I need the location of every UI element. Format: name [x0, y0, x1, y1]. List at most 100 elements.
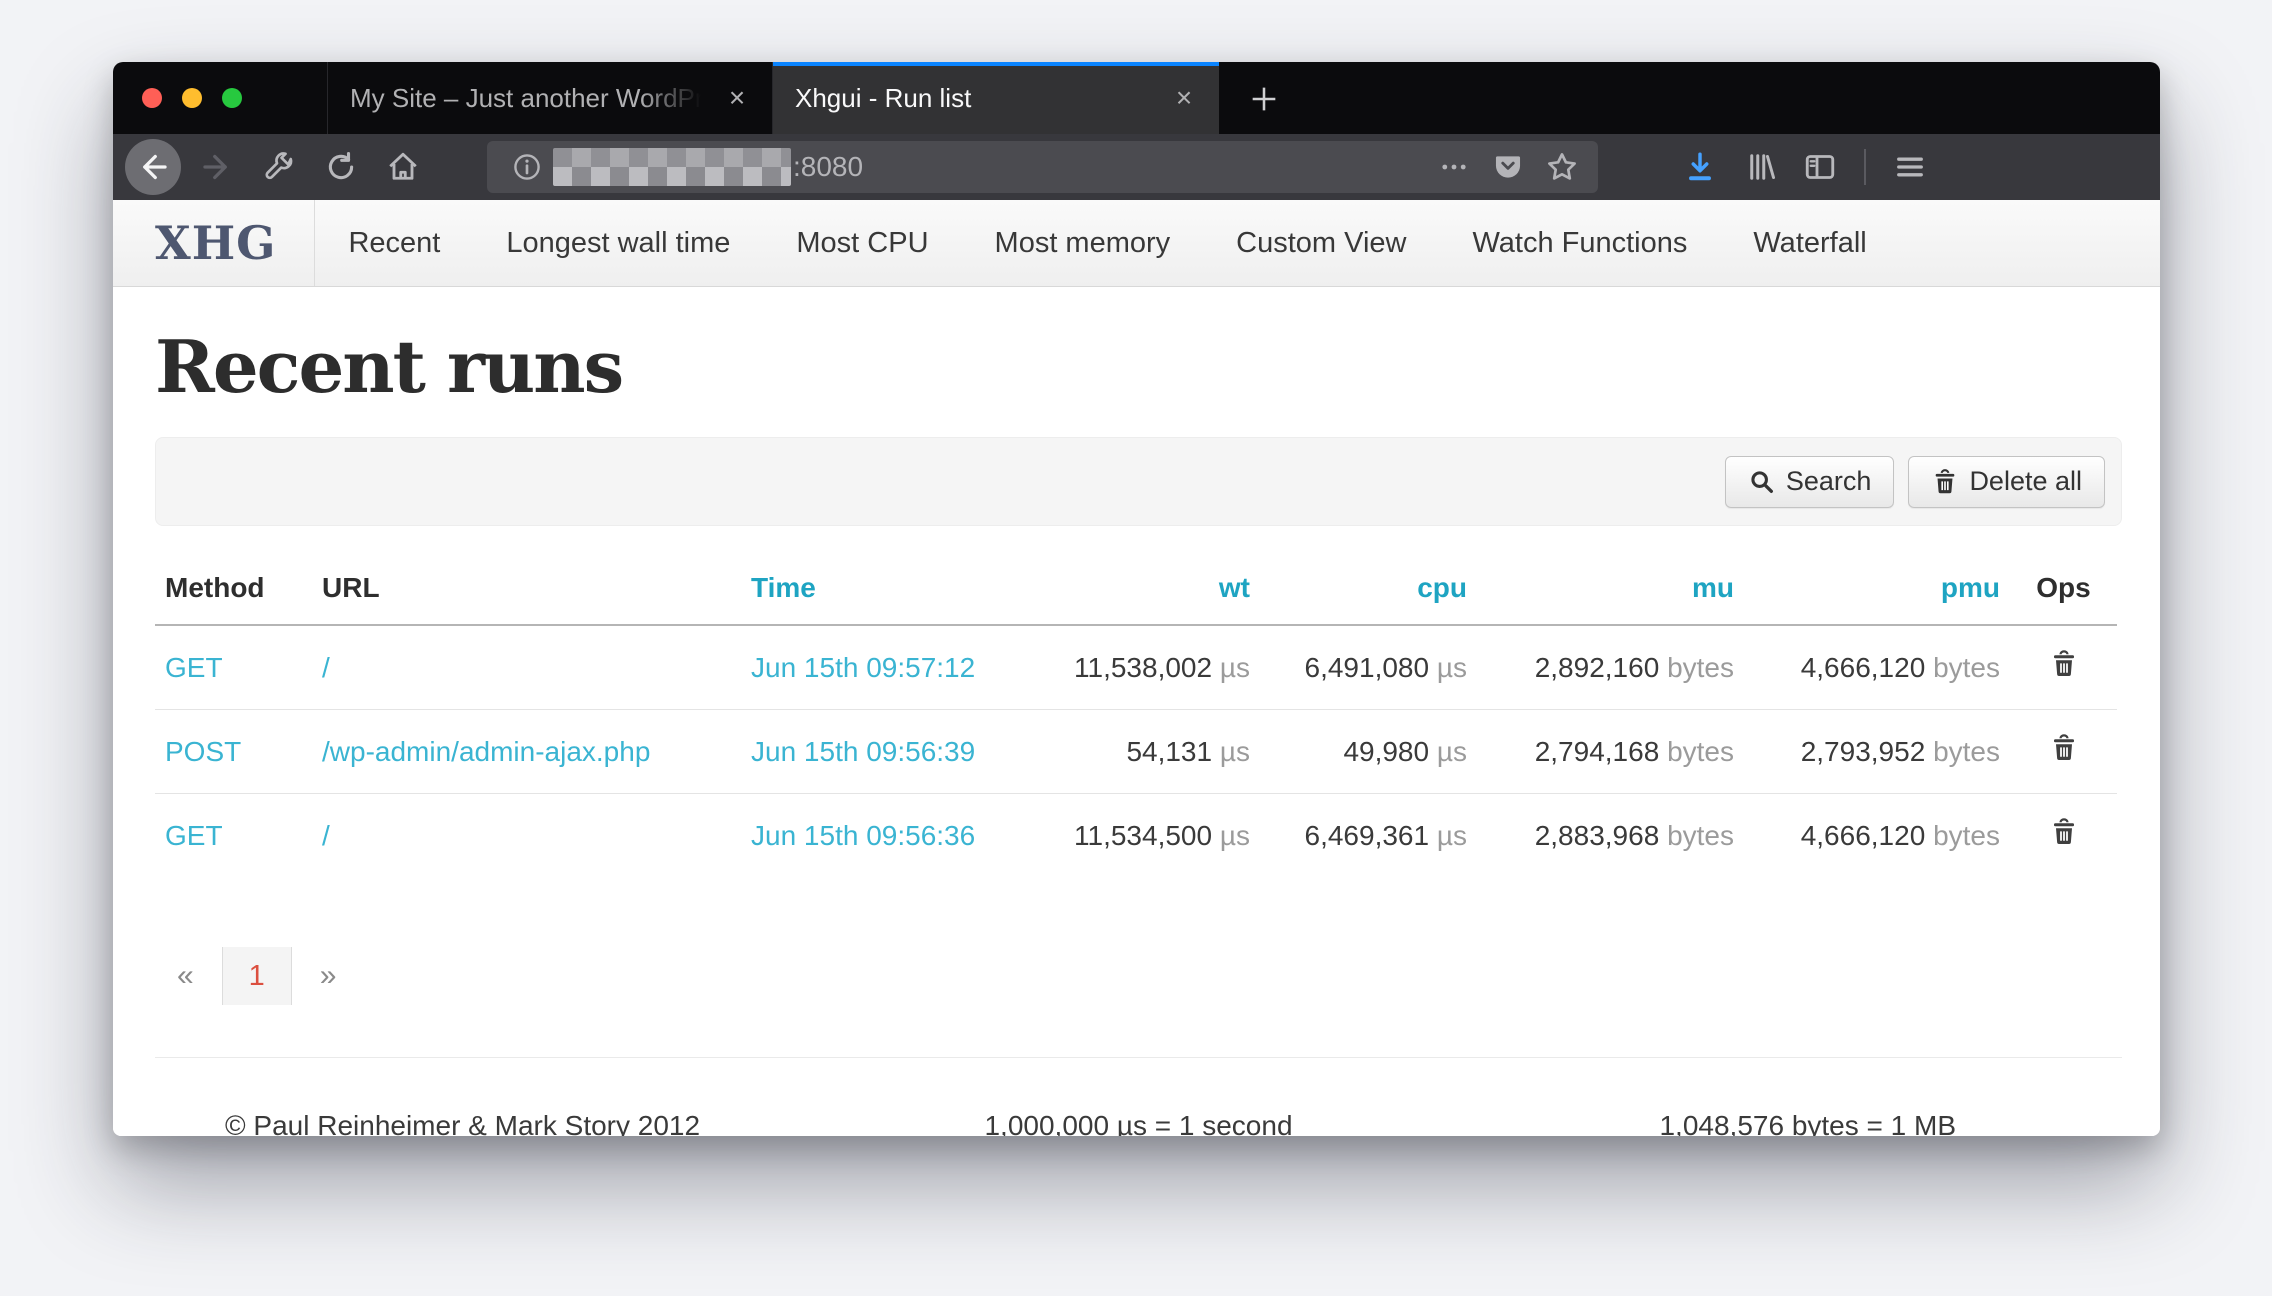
- run-time-link[interactable]: Jun 15th 09:57:12: [751, 652, 975, 683]
- nav-item-longest-wall-time[interactable]: Longest wall time: [473, 227, 763, 260]
- sidebar-toggle-button[interactable]: [1798, 145, 1842, 189]
- reload-button[interactable]: [319, 145, 363, 189]
- page-footer: © Paul Reinheimer & Mark Story 2012 1,00…: [155, 1057, 2122, 1136]
- run-url-link[interactable]: /wp-admin/admin-ajax.php: [322, 736, 650, 767]
- page-info-icon[interactable]: [509, 149, 545, 185]
- cpu-value: 6,469,361: [1305, 820, 1430, 851]
- pmu-unit: bytes: [1933, 820, 2000, 851]
- tab-xhgui-run-list[interactable]: Xhgui - Run list ×: [773, 62, 1219, 134]
- back-button[interactable]: [125, 139, 181, 195]
- developer-tools-button[interactable]: [257, 145, 301, 189]
- delete-run-button[interactable]: [2049, 733, 2079, 763]
- nav-item-most-memory[interactable]: Most memory: [962, 227, 1204, 260]
- delete-all-button[interactable]: Delete all: [1908, 456, 2105, 508]
- library-button[interactable]: [1738, 145, 1782, 189]
- run-time-link[interactable]: Jun 15th 09:56:39: [751, 736, 975, 767]
- sort-by-mu-link[interactable]: mu: [1692, 572, 1734, 603]
- wt-value: 11,538,002: [1074, 652, 1212, 683]
- plus-icon: [1247, 82, 1281, 116]
- actions-well: Search Delete all: [155, 437, 2122, 526]
- new-tab-button[interactable]: [1241, 76, 1287, 122]
- url-bar[interactable]: :8080: [487, 141, 1598, 193]
- cpu-value: 6,491,080: [1305, 652, 1430, 683]
- zoom-window-button[interactable]: [222, 88, 242, 108]
- tab-wordpress-site[interactable]: My Site – Just another WordPress si ×: [327, 62, 773, 134]
- downloads-button[interactable]: [1678, 145, 1722, 189]
- page-title: Recent runs: [155, 331, 2122, 403]
- sort-by-pmu-link[interactable]: pmu: [1941, 572, 2000, 603]
- window-controls: [142, 88, 242, 108]
- pmu-value: 4,666,120: [1801, 820, 1926, 851]
- home-button[interactable]: [381, 145, 425, 189]
- run-method-link[interactable]: POST: [165, 736, 241, 767]
- trash-icon: [2049, 733, 2079, 763]
- col-header-method: Method: [155, 558, 312, 625]
- search-button-label: Search: [1786, 466, 1872, 497]
- nav-item-custom-view[interactable]: Custom View: [1203, 227, 1439, 260]
- delete-all-button-label: Delete all: [1969, 466, 2082, 497]
- page-actions-button[interactable]: [1432, 145, 1476, 189]
- browser-toolbar: :8080: [113, 134, 2160, 200]
- arrow-right-icon: [199, 149, 235, 185]
- search-button[interactable]: Search: [1725, 456, 1895, 508]
- home-icon: [385, 149, 421, 185]
- wt-value: 54,131: [1126, 736, 1212, 767]
- toolbar-divider: [1864, 149, 1866, 185]
- nav-item-waterfall[interactable]: Waterfall: [1720, 227, 1899, 260]
- pmu-unit: bytes: [1933, 652, 2000, 683]
- tab-close-icon[interactable]: ×: [1167, 81, 1201, 115]
- nav-item-recent[interactable]: Recent: [315, 227, 473, 260]
- trash-icon: [2049, 649, 2079, 679]
- mu-unit: bytes: [1667, 652, 1734, 683]
- xhgui-navbar: XHG Recent Longest wall time Most CPU Mo…: [113, 200, 2160, 287]
- cpu-unit: µs: [1437, 652, 1467, 683]
- page-content: XHG Recent Longest wall time Most CPU Mo…: [113, 200, 2160, 1136]
- run-url-link[interactable]: /: [322, 652, 330, 683]
- forward-button[interactable]: [195, 145, 239, 189]
- run-time-link[interactable]: Jun 15th 09:56:36: [751, 820, 975, 851]
- pocket-icon: [1491, 150, 1525, 184]
- nav-item-most-cpu[interactable]: Most CPU: [763, 227, 961, 260]
- pmu-value: 4,666,120: [1801, 652, 1926, 683]
- library-icon: [1742, 149, 1778, 185]
- footer-us-conversion: 1,000,000 µs = 1 second: [984, 1110, 1292, 1136]
- delete-run-button[interactable]: [2049, 817, 2079, 847]
- col-header-url: URL: [312, 558, 741, 625]
- pagination-next[interactable]: »: [310, 959, 347, 993]
- run-url-link[interactable]: /: [322, 820, 330, 851]
- pocket-button[interactable]: [1486, 145, 1530, 189]
- cpu-unit: µs: [1437, 736, 1467, 767]
- mu-unit: bytes: [1667, 820, 1734, 851]
- sort-by-wt-link[interactable]: wt: [1219, 572, 1250, 603]
- run-method-link[interactable]: GET: [165, 652, 223, 683]
- pmu-unit: bytes: [1933, 736, 2000, 767]
- sort-by-cpu-link[interactable]: cpu: [1417, 572, 1467, 603]
- footer-bytes-conversion: 1,048,576 bytes = 1 MB: [1659, 1110, 2122, 1136]
- bookmark-star-button[interactable]: [1540, 145, 1584, 189]
- trash-icon: [2049, 817, 2079, 847]
- pagination-page-1[interactable]: 1: [222, 947, 292, 1005]
- pagination: « 1 »: [155, 947, 2122, 1005]
- sort-by-time-link[interactable]: Time: [751, 572, 816, 603]
- trash-icon: [1931, 468, 1959, 496]
- delete-run-button[interactable]: [2049, 649, 2079, 679]
- star-icon: [1544, 149, 1580, 185]
- run-method-link[interactable]: GET: [165, 820, 223, 851]
- xhgui-brand-logo[interactable]: XHG: [155, 200, 315, 286]
- nav-item-watch-functions[interactable]: Watch Functions: [1439, 227, 1720, 260]
- menu-button[interactable]: [1888, 145, 1932, 189]
- tab-close-icon[interactable]: ×: [720, 81, 754, 115]
- wt-unit: µs: [1220, 820, 1250, 851]
- download-icon: [1682, 149, 1718, 185]
- mu-value: 2,892,160: [1535, 652, 1660, 683]
- wt-value: 11,534,500: [1074, 820, 1212, 851]
- reload-icon: [324, 150, 358, 184]
- search-icon: [1748, 468, 1776, 496]
- wt-unit: µs: [1220, 736, 1250, 767]
- pagination-prev[interactable]: «: [167, 959, 204, 993]
- table-header-row: Method URL Time wt cpu mu pmu Ops: [155, 558, 2117, 625]
- close-window-button[interactable]: [142, 88, 162, 108]
- cpu-unit: µs: [1437, 820, 1467, 851]
- mu-value: 2,883,968: [1535, 820, 1660, 851]
- minimize-window-button[interactable]: [182, 88, 202, 108]
